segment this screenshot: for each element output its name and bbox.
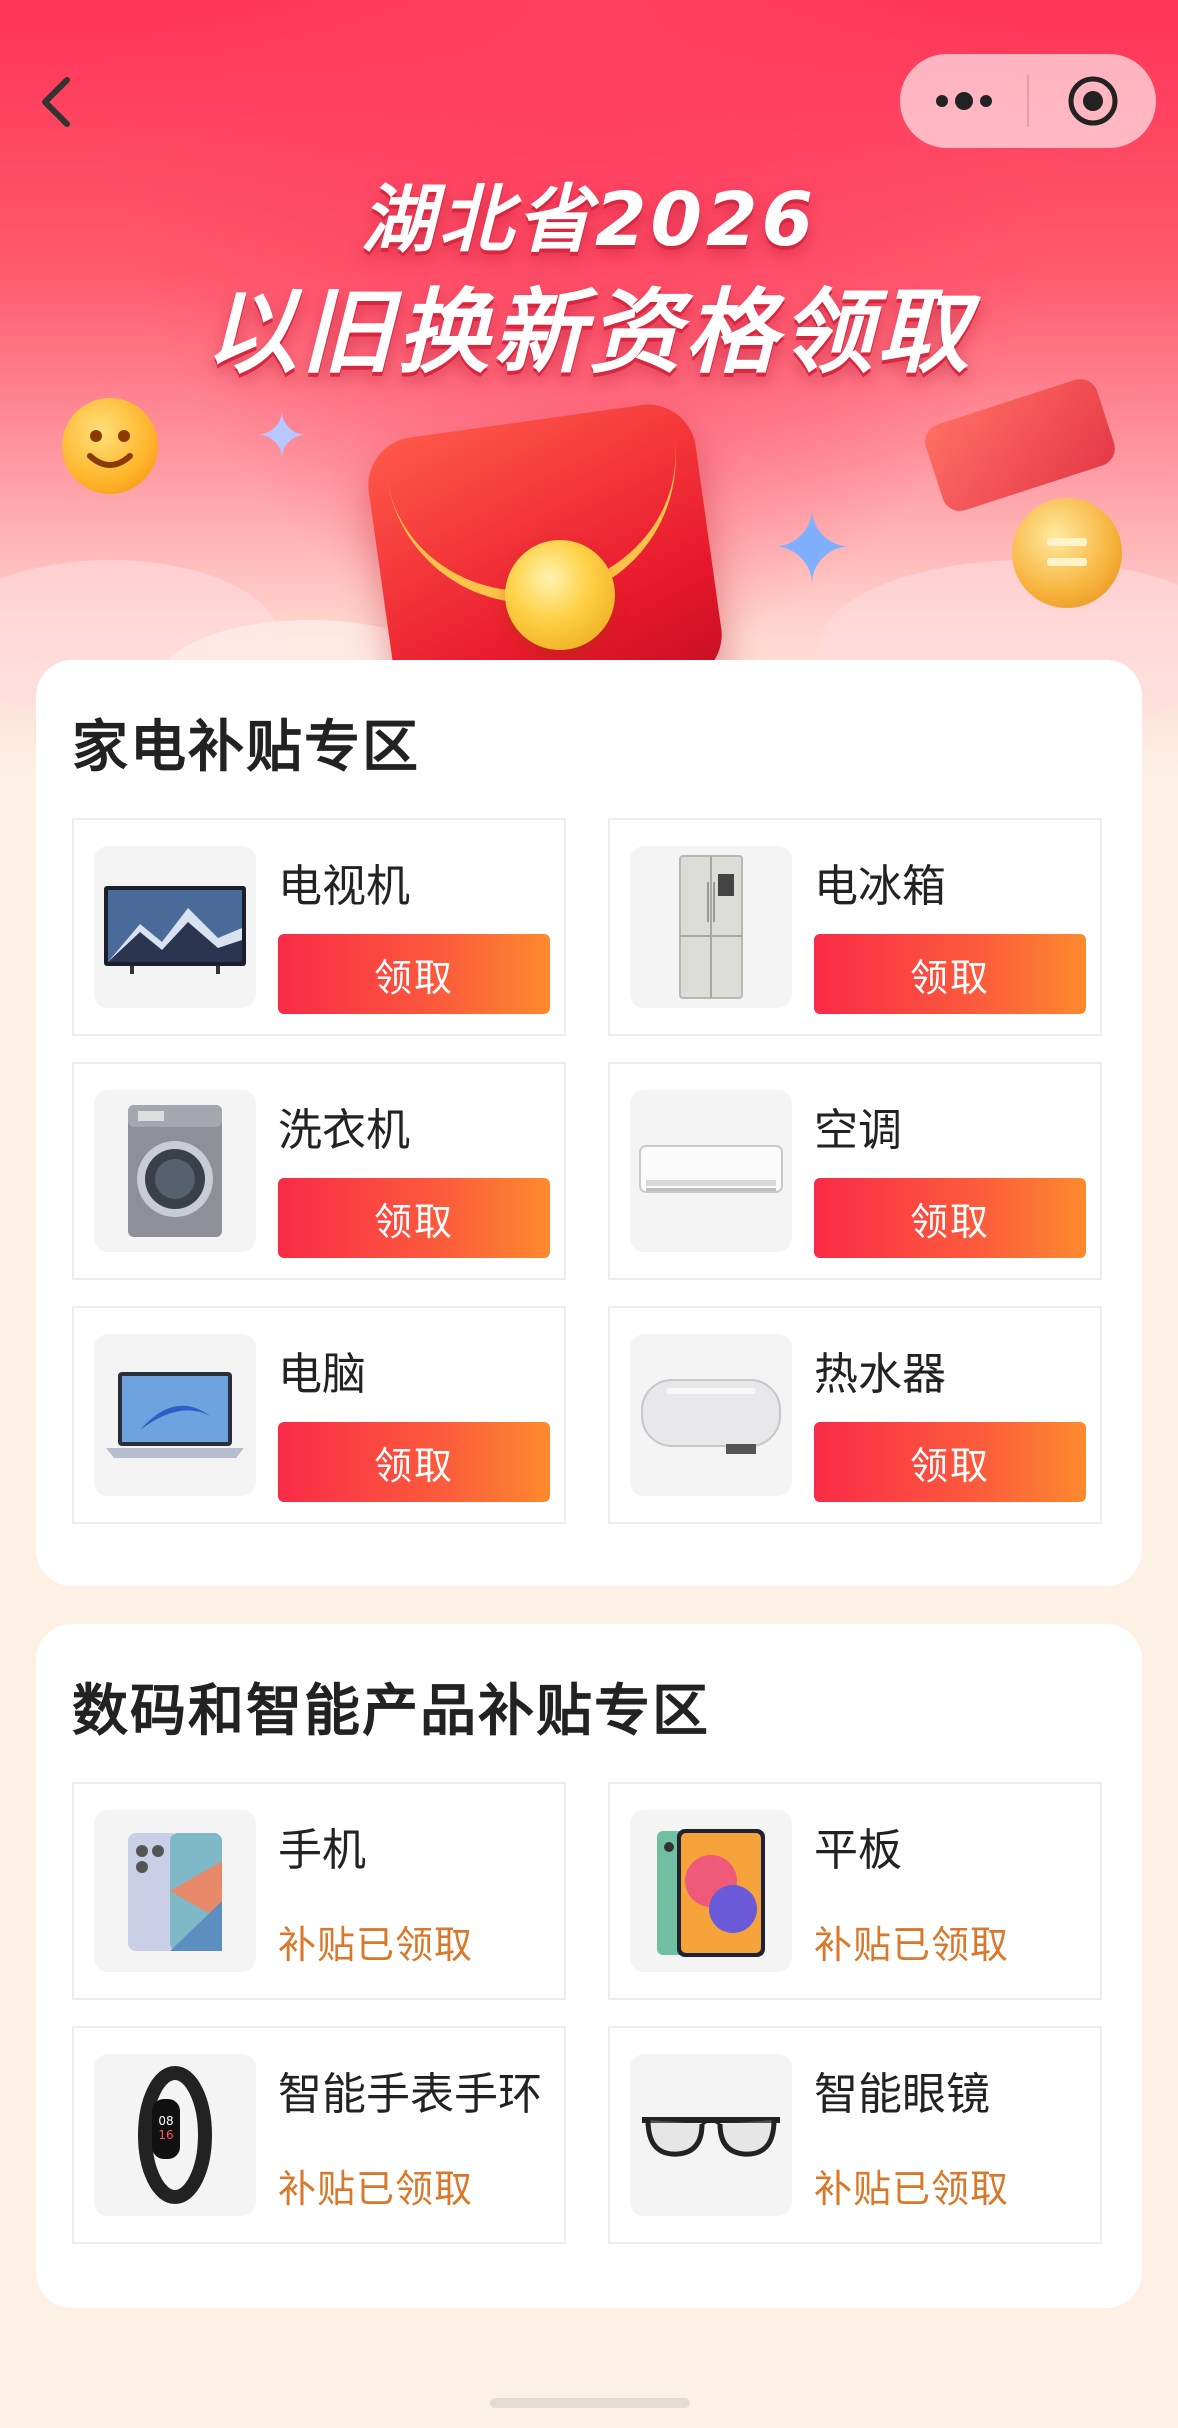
product-card-smart-band: 08 16 智能手表手环 补贴已领取 [72, 2026, 566, 2244]
tablet-icon [630, 1810, 792, 1972]
product-card-tv: 电视机 领取 [72, 818, 566, 1036]
svg-text:16: 16 [158, 2128, 173, 2142]
product-name: 平板 [814, 1825, 902, 1876]
product-name: 热水器 [814, 1349, 946, 1400]
product-name: 电视机 [278, 861, 410, 912]
product-card-washing-machine: 洗衣机 领取 [72, 1062, 566, 1280]
claimed-status: 补贴已领取 [814, 1923, 1010, 1967]
product-name: 智能眼镜 [814, 2069, 990, 2120]
phone-icon [94, 1810, 256, 1972]
smart-band-icon: 08 16 [94, 2054, 256, 2216]
product-name: 洗衣机 [278, 1105, 410, 1156]
product-card-air-conditioner: 空调 领取 [608, 1062, 1102, 1280]
gold-coin-icon [1012, 498, 1122, 608]
svg-text:08: 08 [158, 2114, 173, 2128]
smiley-decoration-icon [62, 398, 158, 494]
product-name: 智能手表手环 [278, 2069, 542, 2120]
product-card-laptop: 电脑 领取 [72, 1306, 566, 1524]
claimed-status: 补贴已领取 [278, 1923, 474, 1967]
product-card-smart-glasses: 智能眼镜 补贴已领取 [608, 2026, 1102, 2244]
claimed-status: 补贴已领取 [814, 2167, 1010, 2211]
fridge-icon [630, 846, 792, 1008]
tv-icon [94, 846, 256, 1008]
chevron-left-icon [42, 77, 70, 127]
section-title: 家电补贴专区 [72, 715, 420, 780]
close-button[interactable] [1029, 54, 1156, 148]
sparkle-star-icon: ✦ [255, 400, 309, 474]
back-button[interactable] [34, 72, 80, 132]
banner-title-line2: 以旧换新资格领取 [204, 279, 973, 386]
sparkle-star-icon: ✦ [770, 490, 854, 607]
claim-button-water-heater[interactable]: 领取 [814, 1422, 1086, 1502]
claim-button-tv[interactable]: 领取 [278, 934, 550, 1014]
washing-machine-icon [94, 1090, 256, 1252]
product-card-water-heater: 热水器 领取 [608, 1306, 1102, 1524]
product-card-tablet: 平板 补贴已领取 [608, 1782, 1102, 2000]
smart-glasses-icon [630, 2054, 792, 2216]
small-envelope-icon [920, 374, 1120, 516]
envelope-coin-icon [505, 540, 615, 650]
product-name: 空调 [814, 1105, 902, 1156]
digital-subsidy-section: 数码和智能产品补贴专区 手机 补贴已领取 平板 补贴已领取 08 16 智能手表… [36, 1624, 1142, 2308]
claim-button-washing-machine[interactable]: 领取 [278, 1178, 550, 1258]
product-name: 手机 [278, 1825, 366, 1876]
more-button[interactable] [900, 54, 1027, 148]
claim-button-air-conditioner[interactable]: 领取 [814, 1178, 1086, 1258]
section-title: 数码和智能产品补贴专区 [72, 1679, 710, 1744]
claim-button-laptop[interactable]: 领取 [278, 1422, 550, 1502]
product-card-phone: 手机 补贴已领取 [72, 1782, 566, 2000]
banner-title-line1: 湖北省2026 [361, 177, 817, 263]
mini-program-capsule [900, 54, 1156, 148]
product-name: 电冰箱 [814, 861, 946, 912]
claimed-status: 补贴已领取 [278, 2167, 474, 2211]
claim-button-fridge[interactable]: 领取 [814, 934, 1086, 1014]
appliance-subsidy-section: 家电补贴专区 电视机 领取 电冰箱 领取 洗衣机 领取 空调 领取 电脑 领取 … [36, 660, 1142, 1586]
product-name: 电脑 [278, 1349, 366, 1400]
target-close-icon [1068, 76, 1117, 126]
air-conditioner-icon [630, 1090, 792, 1252]
laptop-icon [94, 1334, 256, 1496]
water-heater-icon [630, 1334, 792, 1496]
home-indicator [490, 2398, 690, 2408]
product-card-fridge: 电冰箱 领取 [608, 818, 1102, 1036]
more-dots-icon [935, 92, 992, 110]
